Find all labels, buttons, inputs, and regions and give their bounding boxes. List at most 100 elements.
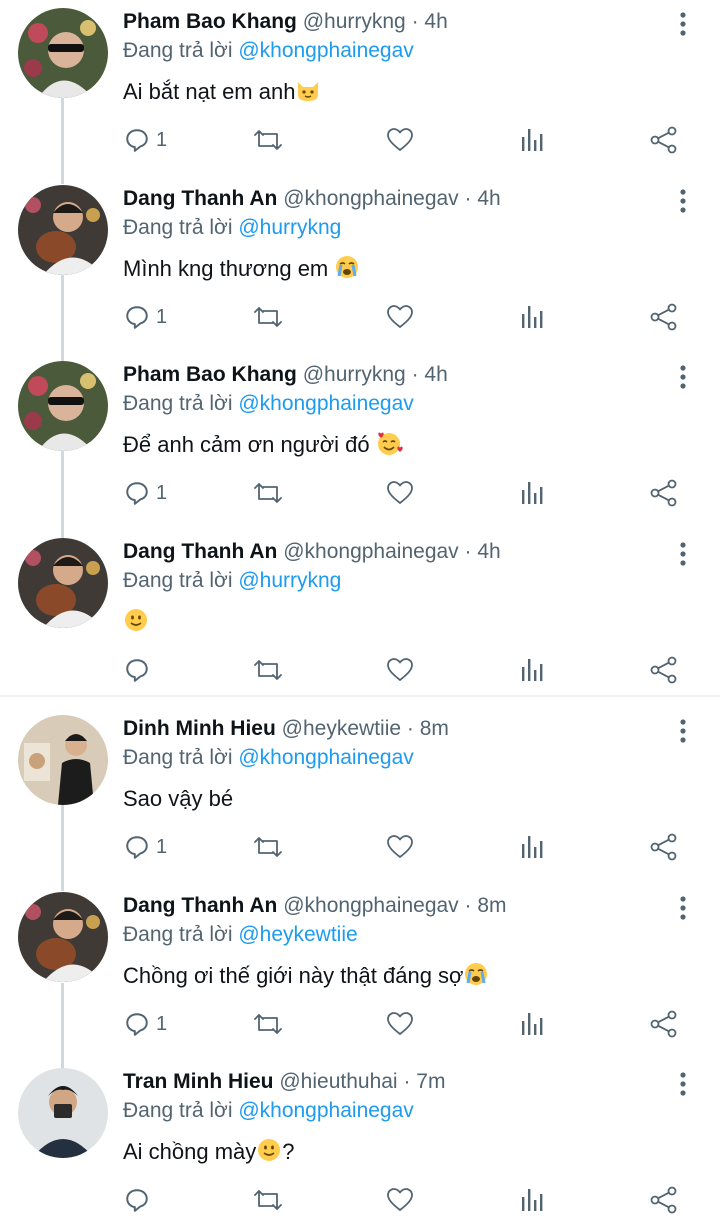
reply-button[interactable]: [124, 1185, 150, 1215]
tweet[interactable]: Tran Minh Hieu @hieuthuhai · 7m Đang trả…: [0, 1068, 720, 1228]
more-options-icon[interactable]: [672, 363, 694, 391]
retweet-button[interactable]: [253, 832, 283, 862]
like-button[interactable]: [386, 478, 414, 508]
view-analytics-button[interactable]: [520, 302, 544, 332]
timestamp[interactable]: 8m: [477, 894, 506, 917]
timestamp[interactable]: 4h: [424, 363, 447, 386]
share-button[interactable]: [650, 478, 678, 508]
reply-button[interactable]: 1: [124, 302, 167, 332]
retweet-button[interactable]: [253, 655, 283, 685]
timestamp[interactable]: 4h: [477, 187, 500, 210]
reply-count: 1: [156, 1012, 168, 1035]
mention-link[interactable]: @heykewtiie: [238, 923, 357, 946]
view-analytics-button[interactable]: [520, 1185, 544, 1215]
like-button[interactable]: [386, 302, 414, 332]
author-handle[interactable]: @hieuthuhai: [279, 1070, 397, 1093]
author-handle[interactable]: @khongphainegav: [283, 894, 458, 917]
like-button[interactable]: [386, 125, 414, 155]
heart-icon: [387, 658, 413, 681]
like-button[interactable]: [386, 655, 414, 685]
retweet-button[interactable]: [253, 1009, 283, 1039]
mention-link[interactable]: @hurrykng: [238, 569, 341, 592]
more-options-icon[interactable]: [672, 1070, 694, 1098]
share-button[interactable]: [650, 655, 678, 685]
like-button[interactable]: [386, 1009, 414, 1039]
avatar[interactable]: [18, 361, 108, 451]
author-name[interactable]: Pham Bao Khang: [123, 363, 297, 386]
avatar[interactable]: [18, 1068, 108, 1158]
tweet[interactable]: Dinh Minh Hieu @heykewtiie · 8m Đang trả…: [0, 715, 720, 880]
replying-to: Đang trả lời @khongphainegav: [123, 1097, 414, 1125]
reply-count: 1: [156, 305, 168, 328]
author-name[interactable]: Dinh Minh Hieu: [123, 717, 276, 740]
tweet-text: Để anh cảm ơn người đó: [123, 430, 404, 464]
more-options-icon[interactable]: [672, 717, 694, 745]
share-button[interactable]: [650, 832, 678, 862]
author-name[interactable]: Tran Minh Hieu: [123, 1070, 274, 1093]
analytics-icon: [522, 482, 543, 504]
retweet-button[interactable]: [253, 1185, 283, 1215]
avatar[interactable]: [18, 185, 108, 275]
author-name[interactable]: Pham Bao Khang: [123, 10, 297, 33]
retweet-button[interactable]: [253, 478, 283, 508]
mention-link[interactable]: @hurrykng: [238, 216, 341, 239]
author-handle[interactable]: @hurrykng: [303, 10, 406, 33]
more-options-icon[interactable]: [672, 187, 694, 215]
author-name[interactable]: Dang Thanh An: [123, 540, 277, 563]
avatar[interactable]: [18, 538, 108, 628]
reply-button[interactable]: 1: [124, 1009, 167, 1039]
share-icon: [650, 656, 677, 684]
view-analytics-button[interactable]: [520, 1009, 544, 1039]
timestamp[interactable]: 4h: [424, 10, 447, 33]
avatar[interactable]: [18, 715, 108, 805]
replying-to: Đang trả lời @hurrykng: [123, 567, 341, 595]
author-handle[interactable]: @heykewtiie: [282, 717, 401, 740]
share-button[interactable]: [650, 125, 678, 155]
like-button[interactable]: [386, 1185, 414, 1215]
avatar[interactable]: [18, 8, 108, 98]
reply-button[interactable]: [124, 655, 150, 685]
timestamp[interactable]: 8m: [420, 717, 449, 740]
more-options-icon[interactable]: [672, 894, 694, 922]
thread-divider: [0, 695, 720, 697]
avatar[interactable]: [18, 892, 108, 982]
reply-button[interactable]: 1: [124, 832, 167, 862]
tweet[interactable]: Dang Thanh An @khongphainegav · 4h Đang …: [0, 185, 720, 350]
share-button[interactable]: [650, 302, 678, 332]
author-name[interactable]: Dang Thanh An: [123, 894, 277, 917]
reply-icon: [126, 659, 148, 682]
tweet[interactable]: Dang Thanh An @khongphainegav · 4h Đang …: [0, 538, 720, 693]
view-analytics-button[interactable]: [520, 655, 544, 685]
mention-link[interactable]: @khongphainegav: [238, 392, 413, 415]
tweet[interactable]: Dang Thanh An @khongphainegav · 8m Đang …: [0, 892, 720, 1057]
reply-prefix: Đang trả lời: [123, 923, 233, 946]
retweet-button[interactable]: [253, 125, 283, 155]
author-name[interactable]: Dang Thanh An: [123, 187, 277, 210]
timestamp[interactable]: 7m: [416, 1070, 445, 1093]
replying-to: Đang trả lời @khongphainegav: [123, 390, 414, 418]
more-options-icon[interactable]: [672, 540, 694, 568]
reply-icon: [126, 836, 148, 859]
view-analytics-button[interactable]: [520, 478, 544, 508]
action-bar: [0, 655, 720, 685]
view-analytics-button[interactable]: [520, 125, 544, 155]
smiling-face-with-hearts-icon: [376, 430, 404, 464]
more-options-icon[interactable]: [672, 10, 694, 38]
reply-button[interactable]: 1: [124, 125, 167, 155]
author-handle[interactable]: @khongphainegav: [283, 187, 458, 210]
reply-button[interactable]: 1: [124, 478, 167, 508]
timestamp[interactable]: 4h: [477, 540, 500, 563]
like-button[interactable]: [386, 832, 414, 862]
mention-link[interactable]: @khongphainegav: [238, 39, 413, 62]
author-handle[interactable]: @khongphainegav: [283, 540, 458, 563]
share-button[interactable]: [650, 1185, 678, 1215]
view-analytics-button[interactable]: [520, 832, 544, 862]
mention-link[interactable]: @khongphainegav: [238, 1099, 413, 1122]
share-button[interactable]: [650, 1009, 678, 1039]
mention-link[interactable]: @khongphainegav: [238, 746, 413, 769]
retweet-button[interactable]: [253, 302, 283, 332]
author-handle[interactable]: @hurrykng: [303, 363, 406, 386]
tweet[interactable]: Pham Bao Khang @hurrykng · 4h Đang trả l…: [0, 361, 720, 526]
tweet[interactable]: Pham Bao Khang @hurrykng · 4h Đang trả l…: [0, 8, 720, 173]
separator-dot: ·: [464, 540, 472, 563]
